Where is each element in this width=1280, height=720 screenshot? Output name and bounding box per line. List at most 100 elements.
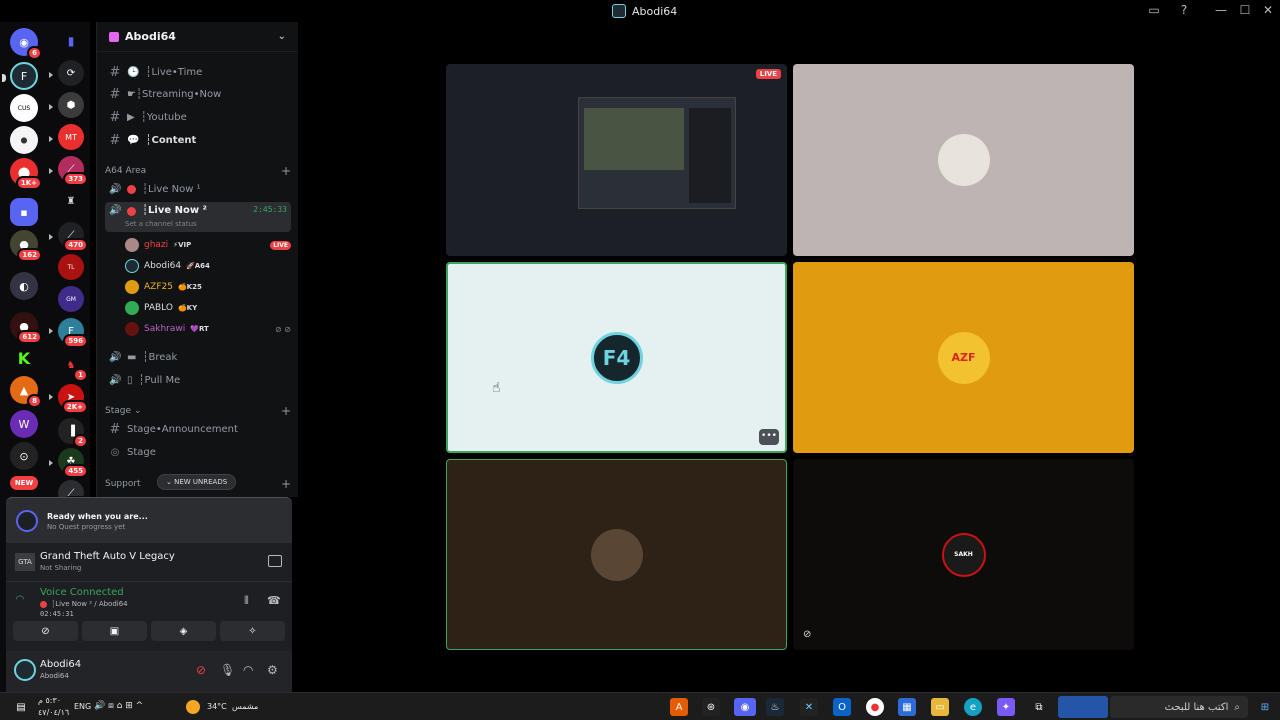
folder-server-7[interactable]: ♞ 1 bbox=[58, 352, 88, 382]
channel-streaming-now[interactable]: # ☛┆Streaming•Now bbox=[105, 84, 291, 104]
server-icon-10[interactable]: ▲ 8 bbox=[10, 376, 42, 408]
taskbar-outlook[interactable]: O bbox=[833, 698, 851, 716]
taskbar-chrome[interactable]: ● bbox=[866, 698, 884, 716]
folder-server-6[interactable]: F 596 bbox=[58, 318, 88, 348]
kick-icon[interactable]: K bbox=[10, 344, 38, 372]
folder-server-gamer[interactable]: GM bbox=[58, 286, 84, 312]
folder-icon[interactable]: ▮ bbox=[58, 28, 84, 54]
signal-icon[interactable]: ◜◝ bbox=[16, 594, 24, 605]
home-icon[interactable]: ◉ 6 bbox=[10, 28, 42, 60]
channel-stage-announcement[interactable]: # Stage•Announcement bbox=[105, 419, 291, 439]
folder-server-mt[interactable]: MT bbox=[58, 124, 84, 150]
voice-user-ghazi[interactable]: ghazi ⚡VIP LIVE bbox=[125, 236, 291, 254]
participant-tile-sakhrawi[interactable]: SAKH ⊘ bbox=[793, 459, 1134, 650]
new-unreads-pill[interactable]: ⌄ NEW UNREADS bbox=[157, 474, 237, 490]
participant-tile-pablo[interactable] bbox=[446, 459, 787, 650]
participant-tile-self[interactable]: F4 ☝ ••• bbox=[446, 262, 787, 453]
taskbar-discord[interactable]: ◉ bbox=[734, 698, 756, 716]
minimize-button[interactable]: — bbox=[1212, 3, 1230, 17]
voice-user-azf25[interactable]: AZF25 🍊K25 bbox=[125, 278, 291, 296]
screen-share-button[interactable]: ▣ bbox=[82, 621, 147, 641]
soundboard-button[interactable]: ✧ bbox=[220, 621, 285, 641]
taskbar-steam[interactable]: ♨ bbox=[766, 698, 784, 716]
voice-user-sakhrawi[interactable]: Sakhrawi 💜RT ⊘ ⊘ bbox=[125, 320, 291, 338]
guild-header[interactable]: Abodi64 ⌄ bbox=[97, 22, 298, 52]
maximize-button[interactable]: ☐ bbox=[1236, 3, 1254, 17]
folder-server-3[interactable]: ⟋ 373 bbox=[58, 156, 88, 186]
taskbar-copilot[interactable]: ✦ bbox=[997, 698, 1015, 716]
server-icon-4[interactable]: ⬤ 1K+ bbox=[10, 158, 42, 190]
server-icon-11[interactable]: W bbox=[10, 410, 38, 438]
folder-server-8[interactable]: ➤ 2K+ bbox=[58, 384, 88, 414]
category-stage[interactable]: Stage ⌄ + bbox=[105, 404, 291, 418]
folder-server-5[interactable]: ⟋ 470 bbox=[58, 222, 88, 252]
add-channel-icon[interactable]: + bbox=[281, 477, 291, 491]
folder-server-4[interactable]: ♜ bbox=[58, 188, 84, 214]
stream-tile-ghazi[interactable]: LIVE bbox=[446, 64, 787, 256]
close-button[interactable]: ✕ bbox=[1259, 3, 1277, 17]
folder-server-9[interactable]: ▐ 2 bbox=[58, 418, 88, 448]
folder-server-1[interactable]: ⟳ bbox=[58, 60, 84, 86]
taskbar-app-2[interactable]: ⊛ bbox=[702, 698, 720, 716]
add-channel-icon[interactable]: + bbox=[281, 164, 291, 178]
taskbar-explorer[interactable]: ▭ bbox=[931, 698, 949, 716]
clock-time[interactable]: ٥:٣٠ م bbox=[38, 696, 61, 705]
voice-user-pablo[interactable]: PABLO 🍊KY bbox=[125, 299, 291, 317]
server-icon-6[interactable]: ● 162 bbox=[10, 230, 42, 262]
more-options-button[interactable]: ••• bbox=[759, 429, 779, 445]
channel-status[interactable]: Set a channel status bbox=[125, 220, 197, 228]
server-abodi64[interactable]: F bbox=[2, 62, 38, 90]
taskbar-app-5[interactable]: ✕ bbox=[800, 698, 818, 716]
voice-channel-pull-me[interactable]: 🔊 ▯ ┆Pull Me bbox=[105, 370, 291, 390]
folder-server-2[interactable]: ⬢ bbox=[58, 92, 84, 118]
headphones-icon[interactable]: ◠ bbox=[243, 663, 253, 677]
start-windows-icon[interactable]: ⊞ bbox=[1256, 698, 1274, 716]
channel-youtube[interactable]: # ▶ ┆Youtube bbox=[105, 107, 291, 127]
server-customs[interactable]: CUS bbox=[10, 94, 38, 122]
voice-user-abodi64[interactable]: Abodi64 🚀A64 bbox=[125, 257, 291, 275]
server-icon-12[interactable]: ⊙ bbox=[10, 442, 38, 470]
camera-off-button[interactable]: ⊘ bbox=[13, 621, 78, 641]
voice-channel-break[interactable]: 🔊 ▬ ┆Break bbox=[105, 347, 291, 367]
voice-channel-live-now-1[interactable]: 🔊 ┆Live Now ¹ bbox=[105, 179, 291, 199]
inbox-icon[interactable]: ▭ bbox=[1145, 3, 1163, 17]
folder-server-thelife[interactable]: TL bbox=[58, 254, 84, 280]
taskbar-store[interactable]: ▦ bbox=[898, 698, 916, 716]
channel-content[interactable]: # 💬 ┆Content bbox=[105, 130, 291, 150]
noise-suppression-icon[interactable]: ⦀ bbox=[244, 594, 249, 608]
server-icon-3[interactable]: ⬤ bbox=[10, 126, 38, 154]
channel-live-time[interactable]: # 🕒 ┆Live•Time bbox=[105, 62, 291, 82]
participant-tile-1[interactable] bbox=[793, 64, 1134, 256]
weather-text[interactable]: مشمس bbox=[232, 702, 258, 711]
language-indicator[interactable]: ENG bbox=[74, 702, 91, 711]
folder-server-10[interactable]: ☘ 455 bbox=[58, 448, 88, 478]
server-icon-8[interactable]: ● 612 bbox=[10, 312, 42, 344]
quest-card[interactable]: Ready when you are... No Quest progress … bbox=[6, 497, 292, 543]
help-icon[interactable]: ? bbox=[1175, 3, 1193, 17]
clock-date[interactable]: ٤٧/٠٤/١٦ bbox=[38, 708, 69, 717]
search-box[interactable]: اكتب هنا للبحث ⌕ bbox=[1110, 696, 1248, 718]
camera-off-icon[interactable]: ⊘ bbox=[196, 663, 206, 677]
taskbar-edge[interactable]: e bbox=[964, 698, 982, 716]
user-name[interactable]: Abodi64 bbox=[40, 659, 81, 670]
mic-icon[interactable]: 🎙 bbox=[220, 663, 235, 677]
new-servers-pill[interactable]: NEW bbox=[10, 476, 38, 490]
taskbar-app-1[interactable]: A bbox=[670, 698, 688, 716]
task-view-icon[interactable]: ⧉ bbox=[1030, 698, 1048, 716]
weather-temp[interactable]: 34°C bbox=[207, 702, 227, 711]
voice-connected-label[interactable]: Voice Connected bbox=[40, 587, 124, 598]
activities-button[interactable]: ◈ bbox=[151, 621, 216, 641]
settings-gear-icon[interactable]: ⚙ bbox=[267, 663, 278, 677]
notification-icon[interactable]: ▤ bbox=[12, 698, 30, 716]
category-a64-area[interactable]: A64 Area + bbox=[105, 164, 291, 178]
disconnect-icon[interactable]: ☎ bbox=[267, 594, 281, 607]
server-icon-7[interactable]: ◐ bbox=[10, 272, 38, 300]
participant-tile-azf[interactable]: AZF bbox=[793, 262, 1134, 453]
tray-icons[interactable]: 🔊 ⧈ ⌂ ⊞ ^ bbox=[94, 701, 143, 711]
channel-stage[interactable]: ◎ Stage bbox=[105, 442, 291, 462]
avatar[interactable] bbox=[14, 659, 36, 681]
search-highlight-image[interactable] bbox=[1058, 696, 1108, 718]
add-channel-icon[interactable]: + bbox=[281, 404, 291, 418]
server-folder-icon[interactable]: ▪ bbox=[10, 198, 38, 226]
share-screen-icon[interactable] bbox=[268, 555, 282, 567]
